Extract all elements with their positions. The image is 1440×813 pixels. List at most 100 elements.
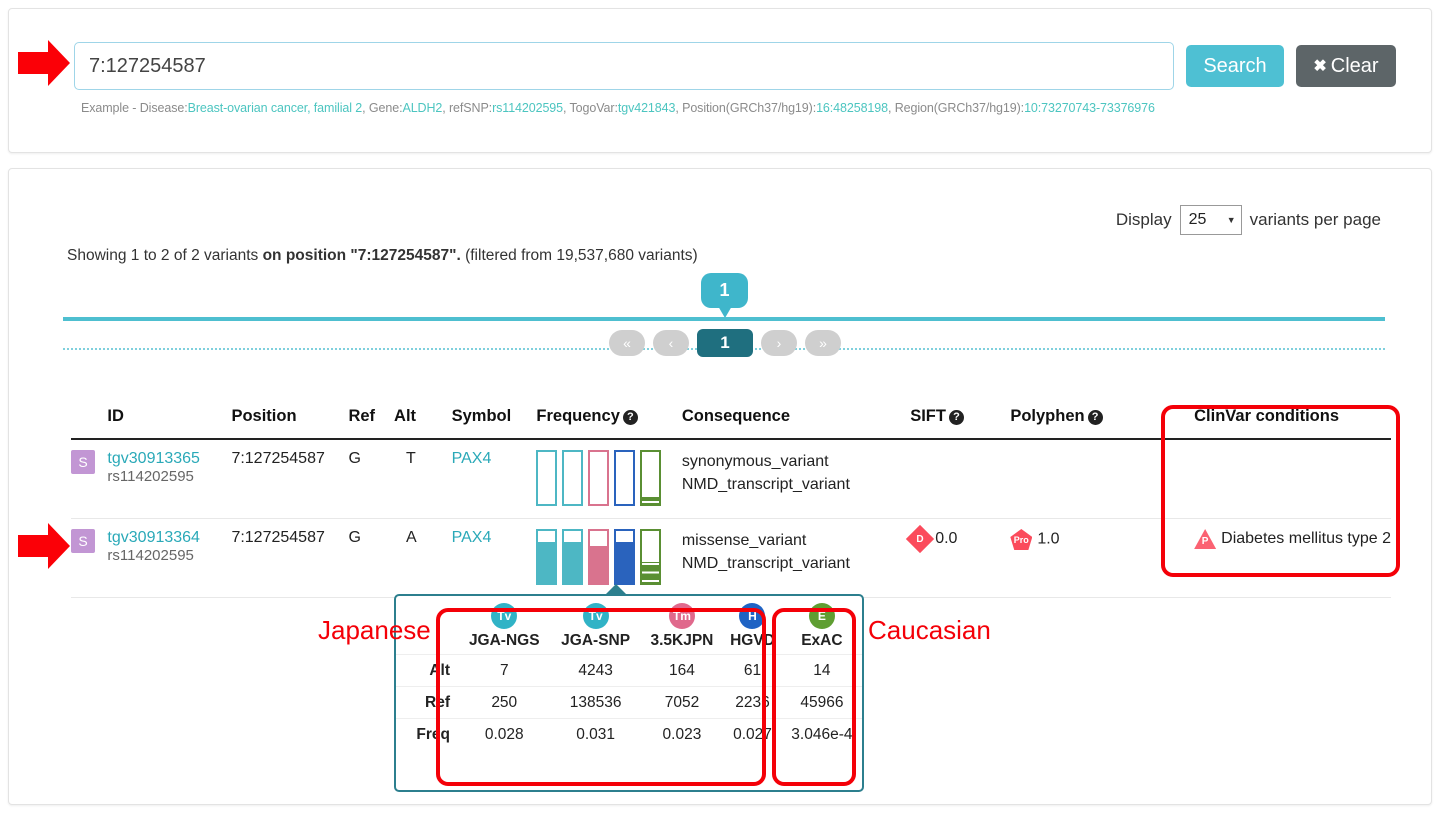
help-icon-sift[interactable]: ? (949, 410, 964, 425)
example-refsnp-link[interactable]: rs114202595 (492, 101, 563, 115)
frequency-detail-row-label: Alt (396, 655, 458, 687)
gene-symbol-link[interactable]: PAX4 (452, 529, 492, 546)
col-symbol[interactable]: Symbol (452, 407, 537, 439)
showing-suffix: (filtered from 19,537,680 variants) (461, 247, 698, 264)
search-input[interactable] (74, 42, 1174, 90)
table-row[interactable]: S tgv30913365 rs114202595 7:127254587 G … (71, 439, 1391, 519)
example-region-label: , Region(GRCh37/hg19): (888, 101, 1024, 115)
example-gene-link[interactable]: ALDH2 (402, 101, 442, 115)
dataset-name-ExAC: ExAC (801, 632, 842, 649)
frequency-detail-alt-JGA-NGS: 7 (458, 655, 551, 687)
example-hint: Example - Disease:Breast-ovarian cancer,… (81, 101, 1155, 115)
dataset-icon-ExAC: E (809, 603, 835, 629)
pagination-next-button[interactable]: › (761, 330, 797, 356)
frequency-bar-JGA-SNP[interactable] (562, 529, 583, 585)
annotation-arrow-row2 (18, 523, 74, 569)
example-position-link[interactable]: 16:48258198 (816, 101, 888, 115)
frequency-bar-JGA-SNP[interactable] (562, 450, 583, 506)
frequency-detail-header-row: TvJGA-NGSTvJGA-SNPTm3.5KJPNHHGVDEExAC (396, 599, 862, 655)
sift-score: 0.0 (935, 530, 957, 547)
frequency-bar-HGVD[interactable] (614, 529, 635, 585)
frequency-bar-JGA-NGS[interactable] (536, 529, 557, 585)
annotation-label-japanese: Japanese (318, 615, 431, 646)
close-icon: ✖ (1313, 56, 1326, 76)
frequency-detail-ref-JGA-NGS: 250 (458, 687, 551, 719)
frequency-detail-freq-JGA-NGS: 0.028 (458, 719, 551, 751)
frequency-bar-ExAC[interactable] (640, 529, 661, 585)
pagination-rail[interactable] (63, 317, 1385, 321)
col-sift[interactable]: SIFT? (910, 407, 1010, 439)
pagination-page-1-button[interactable]: 1 (697, 329, 753, 357)
variants-table: ID Position Ref Alt Symbol Frequency? Co… (71, 407, 1391, 598)
display-control: Display 25 ▼ variants per page (1116, 205, 1381, 235)
col-sift-label: SIFT (910, 407, 946, 425)
frequency-bar-3.5KJPN[interactable] (588, 529, 609, 585)
pagination-buttons: « ‹ 1 › » (609, 329, 841, 357)
results-panel: Display 25 ▼ variants per page Showing 1… (8, 168, 1432, 805)
frequency-bar-ExAC[interactable] (640, 450, 661, 506)
dataset-name-HGVD: HGVD (730, 632, 775, 649)
search-button[interactable]: Search (1186, 45, 1284, 87)
row-clinvar-cell: PDiabetes mellitus type 2 (1136, 519, 1391, 598)
frequency-bar-JGA-NGS[interactable] (536, 450, 557, 506)
showing-summary: Showing 1 to 2 of 2 variants on position… (67, 247, 698, 265)
col-clinvar[interactable]: ClinVar conditions (1136, 407, 1391, 439)
dataset-name-3.5KJPN: 3.5KJPN (650, 632, 713, 649)
variant-id-link[interactable]: tgv30913364 (107, 529, 200, 546)
frequency-detail-body: Alt742431646114Ref2501385367052223645966… (396, 655, 862, 751)
row-alt-cell: A (394, 519, 452, 598)
dataset-icon-3.5KJPN: Tm (669, 603, 695, 629)
example-togovar-label: , TogoVar: (563, 101, 618, 115)
col-frequency-label: Frequency (536, 407, 619, 425)
frequency-detail-popup: TvJGA-NGSTvJGA-SNPTm3.5KJPNHHGVDEExAC Al… (394, 594, 864, 792)
frequency-bar-HGVD[interactable] (614, 450, 635, 506)
frequency-detail-freq-3.5KJPN: 0.023 (641, 719, 723, 751)
row-symbol-cell: PAX4 (452, 439, 537, 519)
frequency-detail-row-ref: Ref2501385367052223645966 (396, 687, 862, 719)
frequency-detail-alt-3.5KJPN: 164 (641, 655, 723, 687)
clear-button[interactable]: ✖ Clear (1296, 45, 1396, 87)
search-row: Search ✖ Clear (74, 42, 1396, 90)
row-ref-cell: G (348, 439, 394, 519)
col-alt[interactable]: Alt (394, 407, 452, 439)
example-region-link[interactable]: 10:73270743-73376976 (1024, 101, 1155, 115)
frequency-bar-group[interactable] (536, 529, 681, 585)
variant-id-link[interactable]: tgv30913365 (107, 450, 200, 467)
variant-rs-id: rs114202595 (107, 468, 193, 485)
table-row[interactable]: S tgv30913364 rs114202595 7:127254587 G … (71, 519, 1391, 598)
col-ref[interactable]: Ref (348, 407, 394, 439)
help-icon-frequency[interactable]: ? (623, 410, 638, 425)
frequency-detail-ref-3.5KJPN: 7052 (641, 687, 723, 719)
frequency-bar-group[interactable] (536, 450, 681, 506)
clear-button-label: Clear (1331, 55, 1379, 78)
col-position[interactable]: Position (231, 407, 348, 439)
row-sift-cell (910, 439, 1010, 519)
row-badge-cell: S (71, 439, 107, 519)
col-polyphen[interactable]: Polyphen? (1010, 407, 1136, 439)
col-id[interactable]: ID (107, 407, 231, 439)
snv-badge-icon: S (71, 450, 95, 474)
col-frequency[interactable]: Frequency? (536, 407, 681, 439)
frequency-detail-row-label: Ref (396, 687, 458, 719)
col-consequence[interactable]: Consequence (682, 407, 910, 439)
frequency-bar-3.5KJPN[interactable] (588, 450, 609, 506)
frequency-detail-ref-ExAC: 45966 (782, 687, 862, 719)
display-label-suffix: variants per page (1250, 210, 1381, 230)
dataset-icon-JGA-SNP: Tv (583, 603, 609, 629)
example-togovar-link[interactable]: tgv421843 (618, 101, 676, 115)
row-alt-cell: T (394, 439, 452, 519)
row-symbol-cell: PAX4 (452, 519, 537, 598)
frequency-detail-freq-JGA-SNP: 0.031 (551, 719, 641, 751)
example-disease-link[interactable]: Breast-ovarian cancer, familial 2 (188, 101, 363, 115)
pagination-prev-button[interactable]: ‹ (653, 330, 689, 356)
frequency-detail-alt-HGVD: 61 (723, 655, 782, 687)
per-page-select[interactable]: 25 ▼ (1180, 205, 1242, 235)
pagination-first-button[interactable]: « (609, 330, 645, 356)
showing-prefix: Showing 1 to 2 of 2 variants (67, 247, 263, 264)
help-icon-polyphen[interactable]: ? (1088, 410, 1103, 425)
frequency-detail-freq-ExAC: 3.046e-4 (782, 719, 862, 751)
annotation-arrow-search (18, 40, 74, 86)
gene-symbol-link[interactable]: PAX4 (452, 450, 492, 467)
frequency-detail-row-freq: Freq0.0280.0310.0230.0273.046e-4 (396, 719, 862, 751)
pagination-last-button[interactable]: » (805, 330, 841, 356)
